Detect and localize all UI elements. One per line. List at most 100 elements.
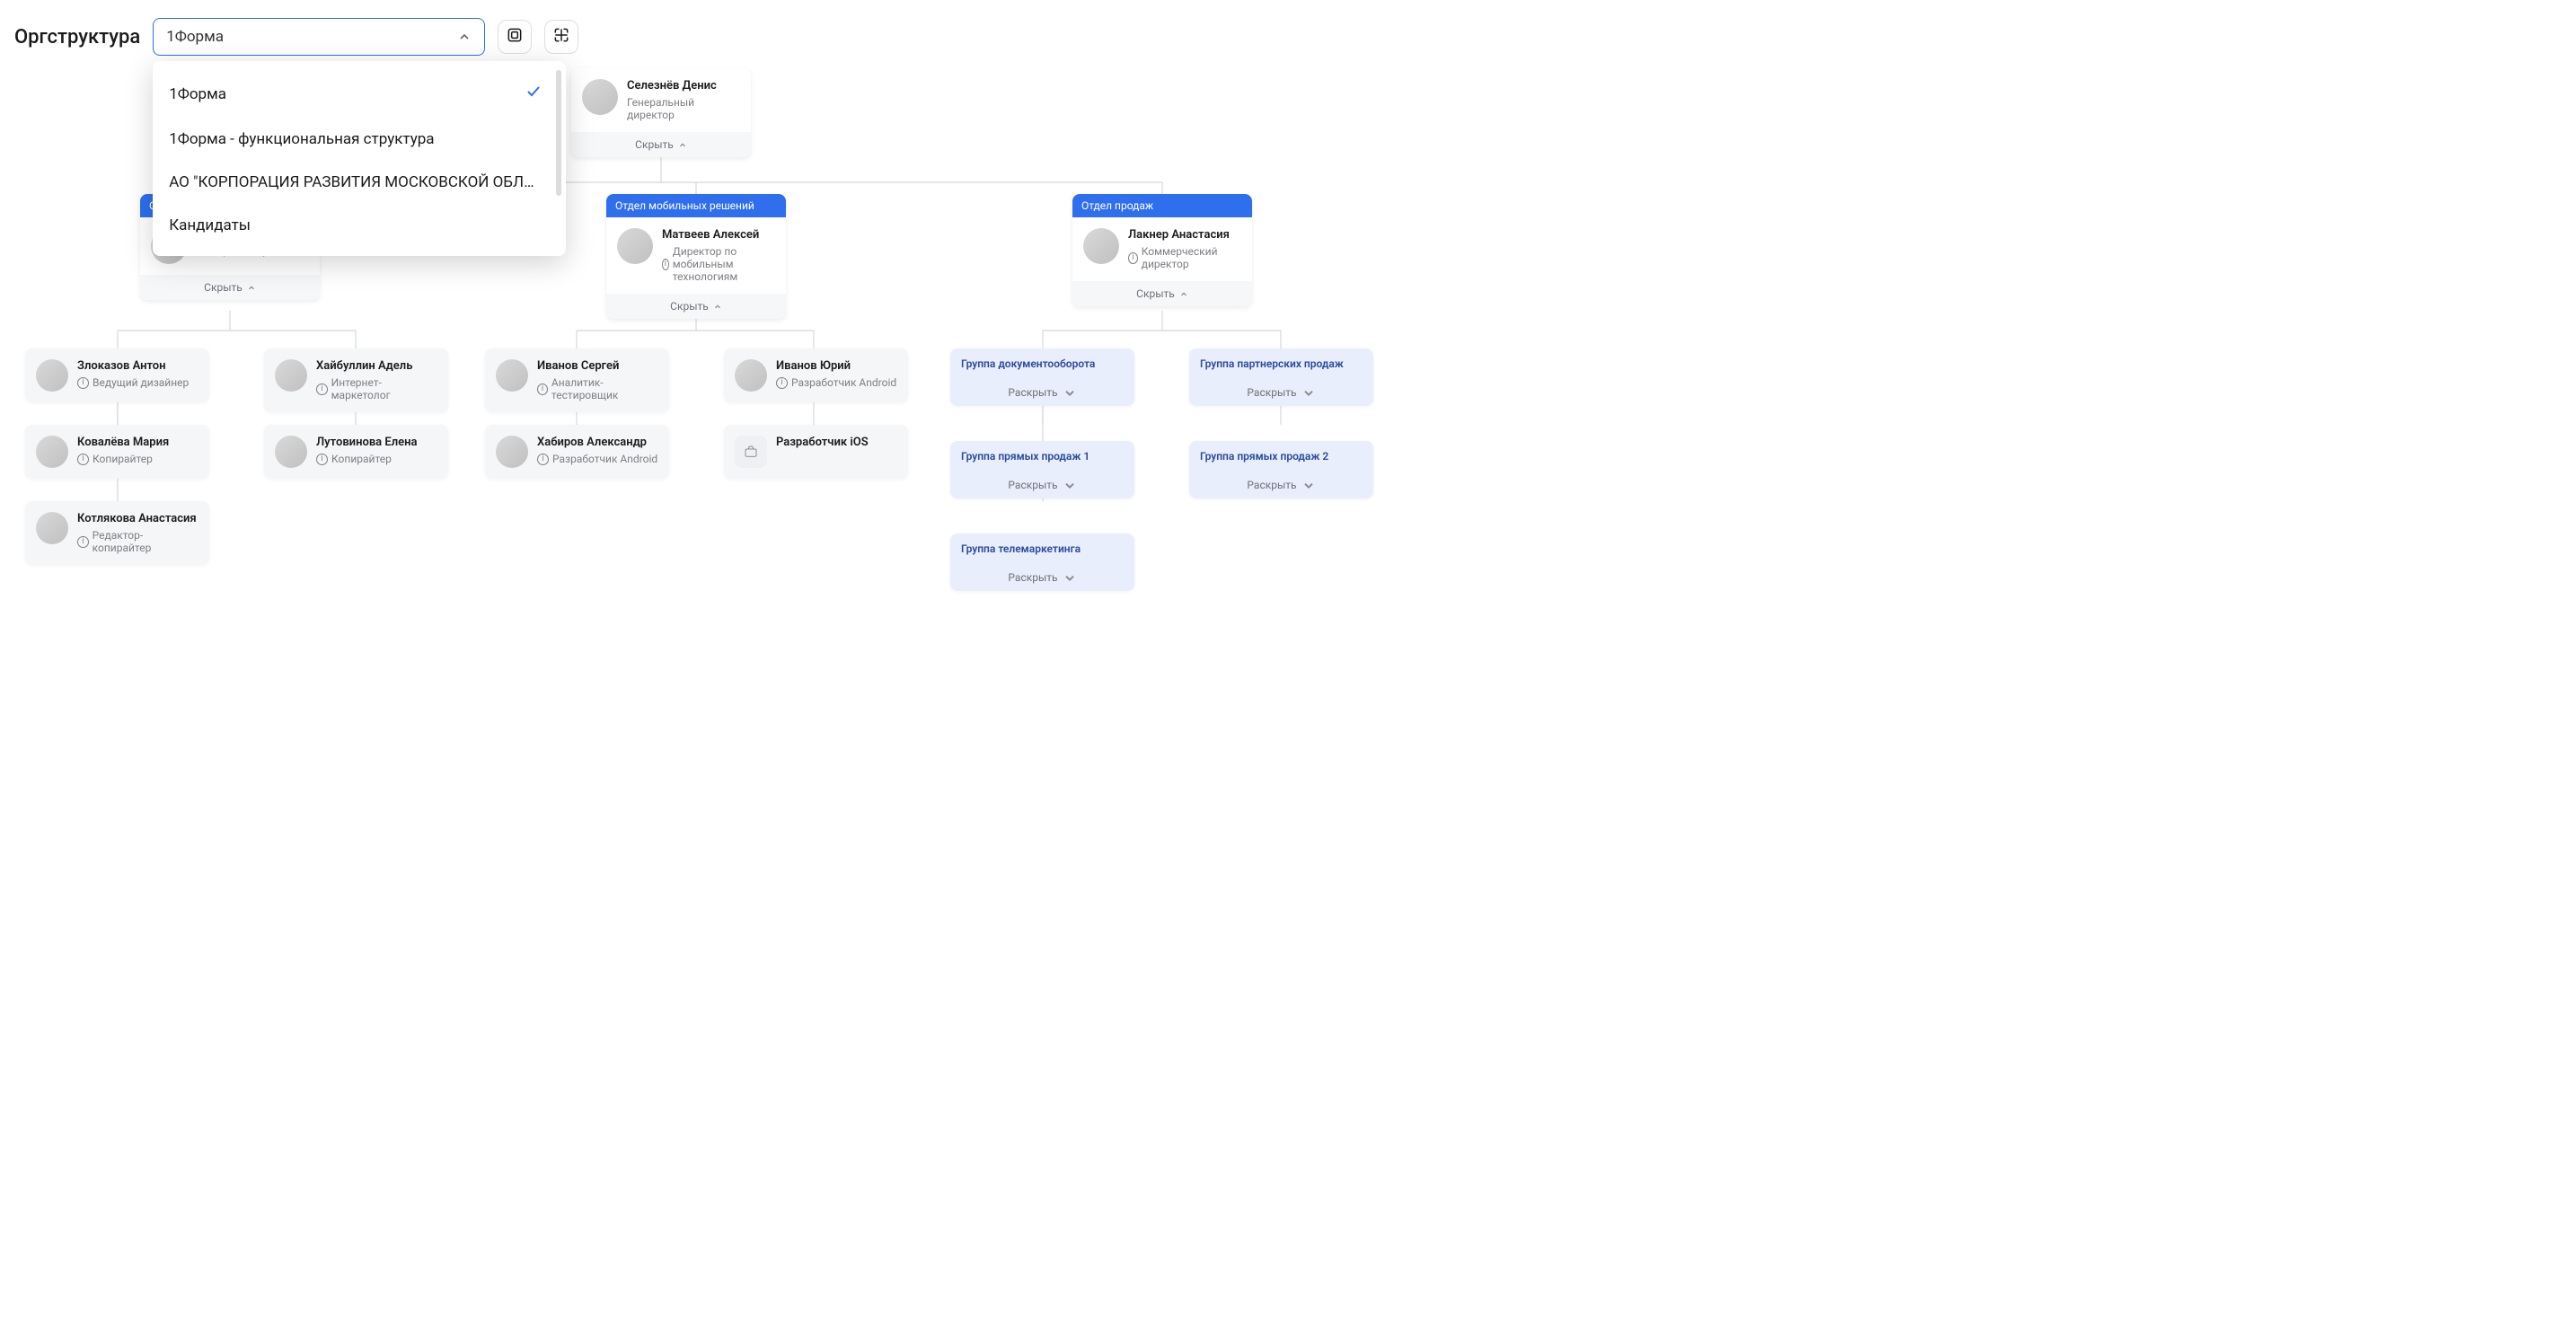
avatar — [275, 359, 307, 392]
info-icon: i — [776, 377, 788, 389]
employee-role: iРазработчик Android — [537, 453, 657, 465]
avatar — [275, 436, 307, 468]
avatar — [496, 436, 528, 468]
info-icon: i — [537, 454, 549, 465]
department-card[interactable]: Отдел мобильных решений Матвеев Алексей … — [606, 194, 786, 319]
group-card[interactable]: Группа документооборота Раскрыть — [950, 348, 1134, 406]
fullscreen-button[interactable] — [498, 20, 532, 54]
dropdown-option-label: 1Форма — [169, 85, 226, 103]
structure-select: 1Форма 1Форма 1Форма - функциональная ст… — [153, 18, 485, 56]
chevron-down-icon — [1301, 385, 1316, 400]
employee-card[interactable]: Злоказов Антон iВедущий дизайнер — [25, 348, 209, 402]
page-title: Оргструктура — [14, 26, 140, 48]
group-title: Группа партнерских продаж — [1189, 348, 1373, 379]
employee-card[interactable]: Котлякова Анастасия iРедактор-копирайтер — [25, 501, 209, 565]
avatar — [735, 359, 767, 392]
expand-toggle[interactable]: Раскрыть — [1189, 472, 1373, 498]
group-card[interactable]: Группа прямых продаж 1 Раскрыть — [950, 441, 1134, 498]
info-icon: i — [77, 454, 89, 465]
group-title: Группа прямых продаж 1 — [950, 441, 1134, 472]
info-icon: i — [662, 259, 669, 270]
avatar — [36, 512, 68, 544]
dropdown-option-label: Кандидаты — [169, 216, 251, 234]
employee-card[interactable]: Ковалёва Мария iКопирайтер — [25, 425, 209, 479]
employee-role: iРазработчик Android — [776, 376, 896, 389]
employee-name: Иванов Сергей — [537, 359, 658, 373]
employee-name: Котлякова Анастасия — [77, 512, 198, 525]
chevron-down-icon — [1063, 570, 1077, 585]
person-name: Лакнер Анастасия — [1128, 228, 1241, 242]
expand-toggle[interactable]: Раскрыть — [950, 379, 1134, 406]
avatar — [582, 79, 618, 115]
group-card[interactable]: Группа партнерских продаж Раскрыть — [1189, 348, 1373, 406]
expand-toggle[interactable]: Раскрыть — [950, 472, 1134, 498]
collapse-toggle[interactable]: Скрыть — [140, 275, 320, 300]
root-card[interactable]: Селезнёв Денис Генеральный директор Скры… — [571, 68, 751, 157]
avatar — [36, 436, 68, 468]
info-icon: i — [1128, 252, 1138, 264]
department-title: Отдел продаж — [1072, 194, 1252, 217]
info-icon: i — [316, 383, 328, 395]
fit-screen-icon — [552, 26, 570, 48]
employee-name: Злоказов Антон — [77, 359, 189, 373]
chevron-down-icon — [1063, 385, 1077, 400]
dropdown-option[interactable]: АО "КОРПОРАЦИЯ РАЗВИТИЯ МОСКОВСКОЙ ОБЛАС… — [153, 161, 559, 204]
employee-name: Хабиров Александр — [537, 436, 657, 449]
group-title: Группа прямых продаж 2 — [1189, 441, 1373, 472]
group-title: Группа телемаркетинга — [950, 533, 1134, 564]
collapse-toggle[interactable]: Скрыть — [1072, 281, 1252, 306]
info-icon: i — [316, 454, 328, 465]
avatar — [1083, 228, 1119, 264]
department-title: Отдел мобильных решений — [606, 194, 786, 217]
person-name: Селезнёв Денис — [627, 79, 740, 93]
collapse-toggle[interactable]: Скрыть — [571, 132, 751, 157]
employee-card[interactable]: Лутовинова Елена iКопирайтер — [264, 425, 448, 479]
employee-name: Иванов Юрий — [776, 359, 896, 373]
group-card[interactable]: Группа телемаркетинга Раскрыть — [950, 533, 1134, 591]
employee-role: iИнтернет-маркетолог — [316, 376, 437, 401]
employee-role: iРедактор-копирайтер — [77, 529, 198, 554]
employee-name: Разработчик iOS — [776, 436, 869, 449]
dropdown-option[interactable]: 1Форма — [153, 70, 559, 118]
scrollbar[interactable] — [556, 70, 561, 196]
employee-role: iАналитик-тестировщик — [537, 376, 658, 401]
dropdown-option-label: АО "КОРПОРАЦИЯ РАЗВИТИЯ МОСКОВСКОЙ ОБЛАС… — [169, 173, 543, 191]
group-card[interactable]: Группа прямых продаж 2 Раскрыть — [1189, 441, 1373, 498]
department-card[interactable]: Отдел продаж Лакнер Анастасия iКоммерчес… — [1072, 194, 1252, 306]
info-icon: i — [77, 377, 89, 389]
employee-name: Ковалёва Мария — [77, 436, 169, 449]
fullscreen-icon — [506, 26, 524, 48]
person-role: Генеральный директор — [627, 96, 740, 121]
employee-role: iКопирайтер — [316, 453, 418, 465]
person-role: iДиректор по мобильным технологиям — [662, 245, 775, 283]
employee-card[interactable]: Иванов Сергей iАналитик-тестировщик — [485, 348, 669, 412]
structure-select-value: 1Форма — [166, 28, 224, 46]
briefcase-icon — [735, 436, 767, 468]
chevron-up-icon — [247, 283, 256, 292]
structure-select-trigger[interactable]: 1Форма — [153, 18, 485, 56]
person-name: Матвеев Алексей — [662, 228, 775, 242]
employee-card[interactable]: Хабиров Александр iРазработчик Android — [485, 425, 669, 479]
info-icon: i — [537, 383, 548, 395]
dropdown-option[interactable]: Кандидаты — [153, 204, 559, 247]
chevron-up-icon — [713, 302, 722, 311]
check-icon — [525, 83, 543, 105]
avatar — [36, 359, 68, 392]
employee-card[interactable]: Хайбуллин Адель iИнтернет-маркетолог — [264, 348, 448, 412]
chevron-up-icon — [678, 140, 687, 149]
avatar — [617, 228, 653, 264]
employee-card[interactable]: Разработчик iOS — [724, 425, 908, 479]
employee-name: Хайбуллин Адель — [316, 359, 437, 373]
dropdown-option[interactable]: 1Форма - функциональная структура — [153, 118, 559, 161]
fit-screen-button[interactable] — [544, 20, 578, 54]
chevron-down-icon — [1063, 478, 1077, 492]
toolbar: Оргструктура 1Форма 1Форма 1Ф — [14, 18, 2562, 56]
expand-toggle[interactable]: Раскрыть — [1189, 379, 1373, 406]
employee-card[interactable]: Иванов Юрий iРазработчик Android — [724, 348, 908, 402]
dropdown-option-label: 1Форма - функциональная структура — [169, 130, 434, 148]
structure-dropdown: 1Форма 1Форма - функциональная структура… — [153, 61, 566, 256]
collapse-toggle[interactable]: Скрыть — [606, 294, 786, 319]
employee-role: iВедущий дизайнер — [77, 376, 189, 389]
chevron-down-icon — [1301, 478, 1316, 492]
expand-toggle[interactable]: Раскрыть — [950, 564, 1134, 591]
